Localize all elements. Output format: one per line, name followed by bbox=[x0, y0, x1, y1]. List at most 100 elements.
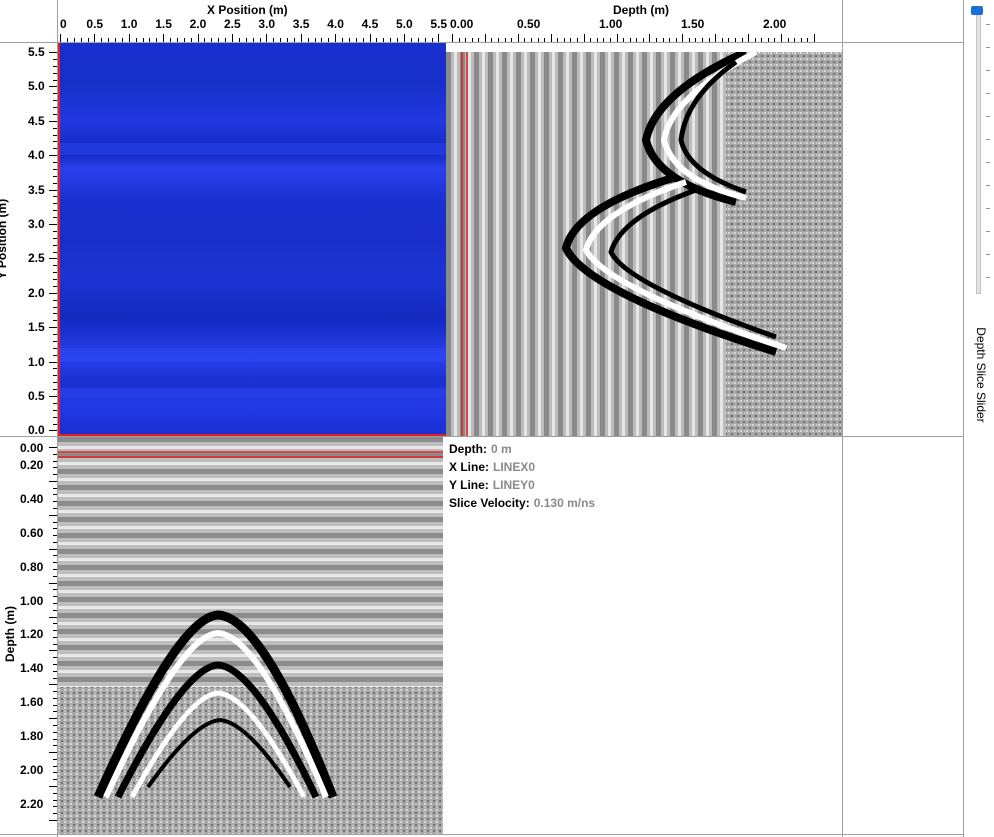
axis-tick-mark bbox=[544, 38, 546, 42]
axis-tick-mark bbox=[156, 38, 158, 42]
axis-tick-mark bbox=[49, 258, 57, 260]
axis-tick-mark bbox=[649, 34, 651, 42]
tick-label: 4.5 bbox=[28, 113, 45, 128]
info-velocity-label: Slice Velocity: bbox=[449, 496, 530, 510]
axis-tick-mark bbox=[53, 555, 57, 557]
axis-tick-mark bbox=[53, 541, 57, 543]
tick-label: 5.5 bbox=[430, 17, 448, 31]
tick-label: 0.40 bbox=[20, 491, 44, 506]
axis-tick-mark bbox=[53, 602, 57, 604]
y-line-profile-view[interactable] bbox=[446, 52, 842, 436]
axis-tick-mark bbox=[471, 38, 473, 42]
tick-label: 0.20 bbox=[20, 457, 44, 472]
axis-tick-mark bbox=[478, 38, 480, 42]
axis-tick-mark bbox=[583, 34, 585, 42]
axis-tick-mark bbox=[484, 34, 486, 42]
axis-tick-mark bbox=[53, 107, 57, 109]
axis-tick-mark bbox=[417, 38, 419, 42]
axis-tick-mark bbox=[94, 34, 96, 42]
axis-tick-mark bbox=[53, 375, 57, 377]
axis-tick-mark bbox=[53, 691, 57, 693]
axis-tick-mark bbox=[53, 487, 57, 489]
axis-tick-mark bbox=[702, 38, 704, 42]
depth-slice-view[interactable] bbox=[58, 43, 446, 436]
axis-tick-mark bbox=[517, 34, 519, 42]
axis-tick-mark bbox=[170, 38, 172, 42]
axis-tick-mark bbox=[293, 38, 295, 42]
axis-tick-mark bbox=[362, 38, 364, 42]
axis-tick-mark bbox=[590, 38, 592, 42]
axis-tick-mark bbox=[53, 474, 57, 476]
axis-tick-mark bbox=[376, 38, 378, 42]
axis-tick-mark bbox=[570, 38, 572, 42]
axis-tick-mark bbox=[504, 38, 506, 42]
axis-tick-mark bbox=[695, 38, 697, 42]
axis-tick-mark bbox=[190, 38, 192, 42]
slider-tick-mark bbox=[986, 47, 990, 48]
axis-tick-mark bbox=[524, 38, 526, 42]
axis-tick-mark bbox=[53, 423, 57, 425]
axis-tick-mark bbox=[300, 34, 302, 42]
axis-tick-mark bbox=[642, 38, 644, 42]
info-yline-label: Y Line: bbox=[449, 478, 489, 492]
axis-tick-mark bbox=[53, 453, 57, 455]
axis-tick-mark bbox=[73, 38, 75, 42]
axis-tick-mark bbox=[53, 134, 57, 136]
axis-tick-mark bbox=[53, 460, 57, 462]
tick-label: 2.5 bbox=[28, 251, 45, 266]
axis-tick-mark bbox=[609, 38, 611, 42]
axis-tick-mark bbox=[53, 265, 57, 267]
slider-thumb[interactable] bbox=[971, 6, 983, 15]
axis-tick-mark bbox=[404, 34, 405, 42]
axis-tick-mark bbox=[232, 34, 233, 42]
axis-tick-mark bbox=[53, 244, 57, 246]
axis-tick-mark bbox=[348, 38, 350, 42]
axis-tick-mark bbox=[53, 93, 57, 95]
tick-label: 1.00 bbox=[599, 17, 623, 31]
axis-tick-mark bbox=[49, 752, 57, 754]
axis-tick-mark bbox=[53, 643, 57, 645]
axis-tick-mark bbox=[80, 38, 82, 42]
axis-tick-mark bbox=[53, 168, 57, 170]
tick-label: 5.0 bbox=[396, 17, 413, 31]
divider bbox=[842, 0, 843, 837]
axis-tick-mark bbox=[53, 528, 57, 530]
axis-tick-mark bbox=[577, 38, 579, 42]
axis-tick-mark bbox=[636, 38, 638, 42]
axis-tick-mark bbox=[53, 127, 57, 129]
tick-label: 4.5 bbox=[361, 17, 379, 31]
axis-tick-mark bbox=[49, 582, 57, 584]
slider-tick-mark bbox=[986, 139, 990, 140]
axis-tick-mark bbox=[767, 38, 769, 42]
axis-tick-mark bbox=[53, 203, 57, 205]
y-axis-title: Y Position (m) bbox=[0, 198, 10, 279]
axis-tick-mark bbox=[550, 34, 552, 42]
axis-tick-mark bbox=[53, 630, 57, 632]
axis-tick-mark bbox=[176, 38, 178, 42]
axis-tick-mark bbox=[53, 704, 57, 706]
axis-tick-mark bbox=[53, 813, 57, 815]
axis-tick-mark bbox=[800, 38, 802, 42]
tick-label: 0.80 bbox=[20, 559, 44, 574]
axis-tick-mark bbox=[53, 230, 57, 232]
axis-tick-mark bbox=[128, 34, 130, 42]
axis-tick-mark bbox=[307, 38, 309, 42]
axis-tick-mark bbox=[53, 389, 57, 391]
axis-tick-mark bbox=[491, 38, 493, 42]
axis-tick-mark bbox=[662, 38, 664, 42]
axis-tick-mark bbox=[774, 38, 776, 42]
axis-tick-mark bbox=[204, 38, 206, 42]
slider-track[interactable] bbox=[976, 6, 981, 294]
axis-tick-mark bbox=[721, 38, 723, 42]
slider-tick-mark bbox=[986, 208, 990, 209]
info-xline-value: LINEX0 bbox=[493, 460, 536, 474]
axis-tick-mark bbox=[734, 38, 736, 42]
axis-tick-mark bbox=[53, 562, 57, 564]
slice-band bbox=[58, 348, 446, 362]
x-line-profile-view[interactable] bbox=[58, 437, 443, 834]
axis-tick-mark bbox=[675, 38, 677, 42]
axis-tick-mark bbox=[53, 416, 57, 418]
axis-tick-mark bbox=[383, 38, 385, 42]
depth-slice-slider[interactable] bbox=[966, 4, 992, 296]
axis-tick-mark bbox=[53, 724, 57, 726]
